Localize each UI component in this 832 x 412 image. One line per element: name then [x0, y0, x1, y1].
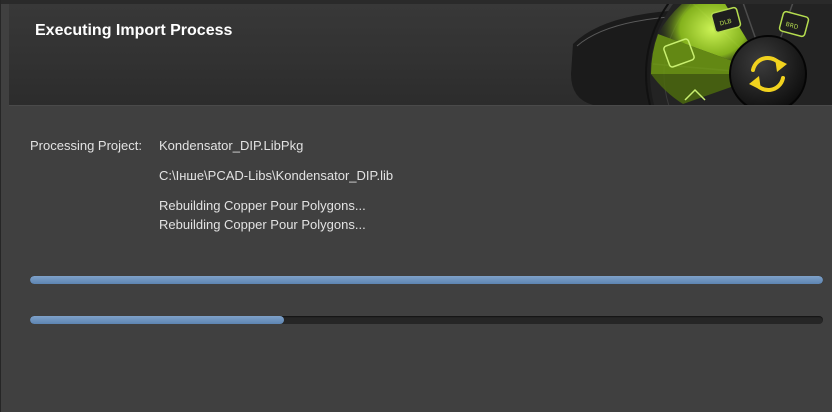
import-dialog: Executing Import Process DLB BRD Process…	[0, 0, 832, 412]
status-line: Rebuilding Copper Pour Polygons...	[159, 217, 366, 232]
file-path: C:\Інше\PCAD-Libs\Kondensator_DIP.lib	[159, 168, 394, 183]
dialog-header: Executing Import Process DLB BRD	[9, 4, 832, 106]
project-name: Kondensator_DIP.LibPkg	[159, 138, 304, 153]
overall-progress-bar	[30, 276, 823, 284]
current-progress-bar	[30, 316, 823, 324]
import-wheel-graphic: DLB BRD	[571, 4, 832, 105]
overall-progress-fill	[30, 276, 823, 284]
processing-project-label: Processing Project:	[30, 138, 142, 153]
status-line: Rebuilding Copper Pour Polygons...	[159, 198, 366, 213]
current-progress-fill	[30, 316, 284, 324]
dialog-title: Executing Import Process	[35, 22, 233, 39]
